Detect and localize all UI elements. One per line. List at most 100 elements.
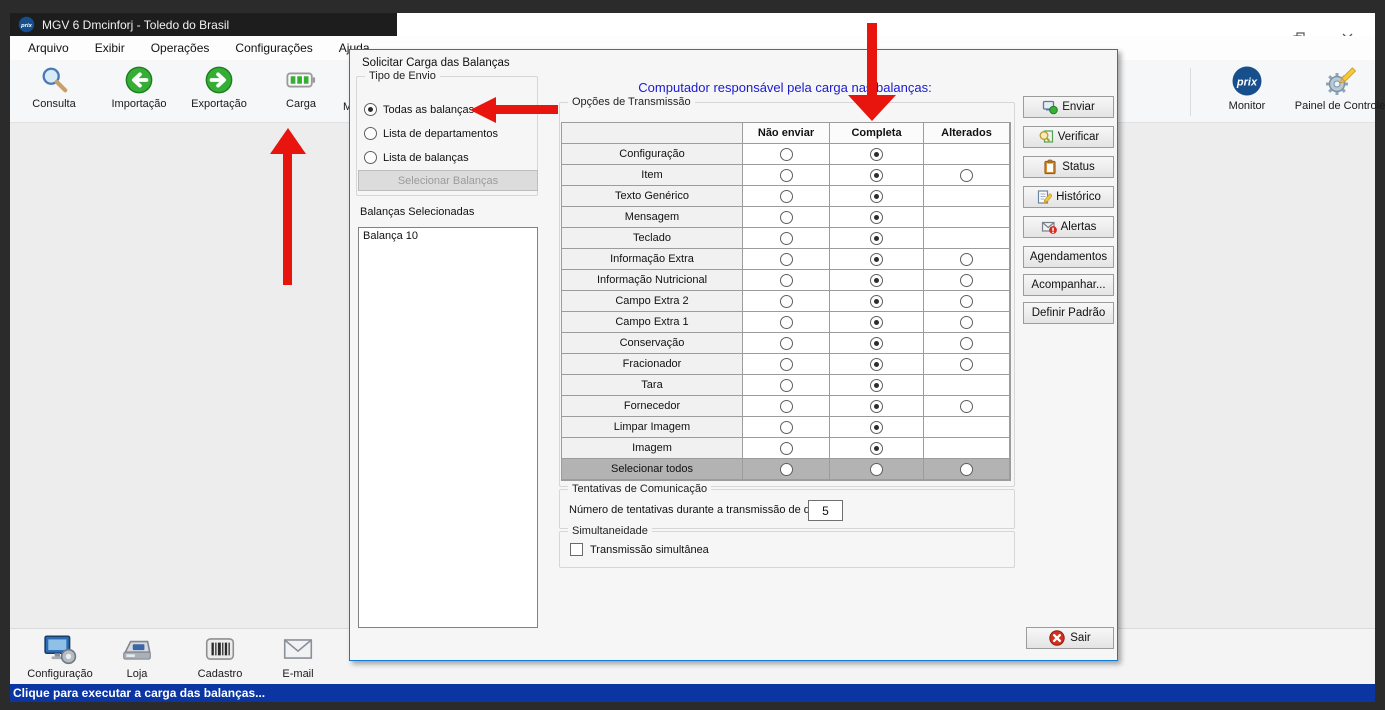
radio-campo-extra-1-nao-enviar[interactable] [780,316,793,329]
radio-informacao-extra-nao-enviar[interactable] [780,253,793,266]
radio-informacao-nutricional-alterados[interactable] [960,274,973,287]
cell-mensagem-completa[interactable] [830,207,924,228]
cell-selecionar-todos-nao-enviar[interactable] [743,459,830,480]
status-button[interactable]: Status [1023,156,1114,178]
menu-item-exibir[interactable]: Exibir [95,41,125,55]
cell-campo-extra-1-nao-enviar[interactable] [743,312,830,333]
cell-fracionador-completa[interactable] [830,354,924,375]
radio-fornecedor-nao-enviar[interactable] [780,400,793,413]
radio-selecionar-todos-completa[interactable] [870,463,883,476]
cell-fornecedor-nao-enviar[interactable] [743,396,830,417]
cell-item-alterados[interactable] [924,165,1010,186]
radio-configuracao-completa[interactable] [870,148,883,161]
radio-selecionar-todos-nao-enviar[interactable] [780,463,793,476]
toolbar-item-consulta[interactable]: Consulta [18,65,90,110]
enviar-button[interactable]: Enviar [1023,96,1114,118]
acompanhar-button[interactable]: Acompanhar... [1023,274,1114,296]
definir-padrao-button[interactable]: Definir Padrão [1023,302,1114,324]
alertas-button[interactable]: Alertas [1023,216,1114,238]
radio-item-completa[interactable] [870,169,883,182]
bottom-item-loja[interactable]: Loja [98,632,176,680]
cell-campo-extra-2-completa[interactable] [830,291,924,312]
cell-texto-generico-completa[interactable] [830,186,924,207]
cell-limpar-imagem-nao-enviar[interactable] [743,417,830,438]
cell-fornecedor-alterados[interactable] [924,396,1010,417]
cell-configuracao-nao-enviar[interactable] [743,144,830,165]
radio-mensagem-nao-enviar[interactable] [780,211,793,224]
radio-texto-generico-nao-enviar[interactable] [780,190,793,203]
verificar-button[interactable]: Verificar [1023,126,1114,148]
cell-campo-extra-1-completa[interactable] [830,312,924,333]
cell-item-completa[interactable] [830,165,924,186]
tentativas-input[interactable] [808,500,843,521]
historico-button[interactable]: Histórico [1023,186,1114,208]
bottom-item-configuracao[interactable]: Configuração [22,632,98,680]
toolbar-item-importacao[interactable]: Importação [103,65,175,110]
radio-campo-extra-2-completa[interactable] [870,295,883,308]
radio-campo-extra-1-alterados[interactable] [960,316,973,329]
cell-campo-extra-2-nao-enviar[interactable] [743,291,830,312]
radio-fracionador-alterados[interactable] [960,358,973,371]
menu-item-configuracoes[interactable]: Configurações [235,41,312,55]
sair-button[interactable]: Sair [1026,627,1114,649]
cell-selecionar-todos-completa[interactable] [830,459,924,480]
radio-tara-completa[interactable] [870,379,883,392]
cell-mensagem-nao-enviar[interactable] [743,207,830,228]
radio-fornecedor-alterados[interactable] [960,400,973,413]
radio-indicator[interactable] [364,103,377,116]
radio-tara-nao-enviar[interactable] [780,379,793,392]
cell-limpar-imagem-completa[interactable] [830,417,924,438]
cell-texto-generico-nao-enviar[interactable] [743,186,830,207]
cell-tara-nao-enviar[interactable] [743,375,830,396]
cell-conservacao-alterados[interactable] [924,333,1010,354]
balancas-listbox[interactable]: Balança 10 [358,227,538,628]
cell-imagem-nao-enviar[interactable] [743,438,830,459]
bottom-item-cadastro[interactable]: Cadastro [178,632,262,680]
radio-mensagem-completa[interactable] [870,211,883,224]
radio-informacao-nutricional-nao-enviar[interactable] [780,274,793,287]
cell-informacao-nutricional-nao-enviar[interactable] [743,270,830,291]
radio-texto-generico-completa[interactable] [870,190,883,203]
radio-fracionador-nao-enviar[interactable] [780,358,793,371]
radio-campo-extra-2-nao-enviar[interactable] [780,295,793,308]
cell-campo-extra-1-alterados[interactable] [924,312,1010,333]
cell-campo-extra-2-alterados[interactable] [924,291,1010,312]
radio-option-lista-de-balancas[interactable]: Lista de balanças [364,151,469,164]
agendamentos-button[interactable]: Agendamentos [1023,246,1114,268]
radio-option-lista-de-departamentos[interactable]: Lista de departamentos [364,127,498,140]
status-bar[interactable]: Clique para executar a carga das balança… [10,684,1375,702]
cell-informacao-nutricional-alterados[interactable] [924,270,1010,291]
selecionar-balancas-button[interactable]: Selecionar Balanças [358,170,538,191]
radio-imagem-completa[interactable] [870,442,883,455]
list-item-balanca-10[interactable]: Balança 10 [359,228,537,244]
radio-campo-extra-2-alterados[interactable] [960,295,973,308]
radio-conservacao-alterados[interactable] [960,337,973,350]
radio-fracionador-completa[interactable] [870,358,883,371]
radio-teclado-completa[interactable] [870,232,883,245]
transmissao-simultanea-checkbox[interactable] [570,543,583,556]
toolbar-item-painel-de-controle[interactable]: Painel de Controle [1282,65,1385,112]
cell-fornecedor-completa[interactable] [830,396,924,417]
cell-selecionar-todos-alterados[interactable] [924,459,1010,480]
toolbar-item-monitor[interactable]: prixMonitor [1210,65,1284,112]
cell-informacao-extra-alterados[interactable] [924,249,1010,270]
transmissao-simultanea-option[interactable]: Transmissão simultânea [570,543,709,556]
radio-selecionar-todos-alterados[interactable] [960,463,973,476]
radio-limpar-imagem-completa[interactable] [870,421,883,434]
radio-indicator[interactable] [364,127,377,140]
radio-informacao-extra-completa[interactable] [870,253,883,266]
radio-item-nao-enviar[interactable] [780,169,793,182]
cell-informacao-extra-completa[interactable] [830,249,924,270]
cell-teclado-nao-enviar[interactable] [743,228,830,249]
radio-option-todas-as-balancas[interactable]: Todas as balanças [364,103,474,116]
menu-item-operacoes[interactable]: Operações [151,41,210,55]
cell-conservacao-nao-enviar[interactable] [743,333,830,354]
radio-informacao-nutricional-completa[interactable] [870,274,883,287]
radio-imagem-nao-enviar[interactable] [780,442,793,455]
radio-campo-extra-1-completa[interactable] [870,316,883,329]
cell-imagem-completa[interactable] [830,438,924,459]
radio-conservacao-nao-enviar[interactable] [780,337,793,350]
cell-conservacao-completa[interactable] [830,333,924,354]
toolbar-item-exportacao[interactable]: Exportação [183,65,255,110]
cell-informacao-nutricional-completa[interactable] [830,270,924,291]
